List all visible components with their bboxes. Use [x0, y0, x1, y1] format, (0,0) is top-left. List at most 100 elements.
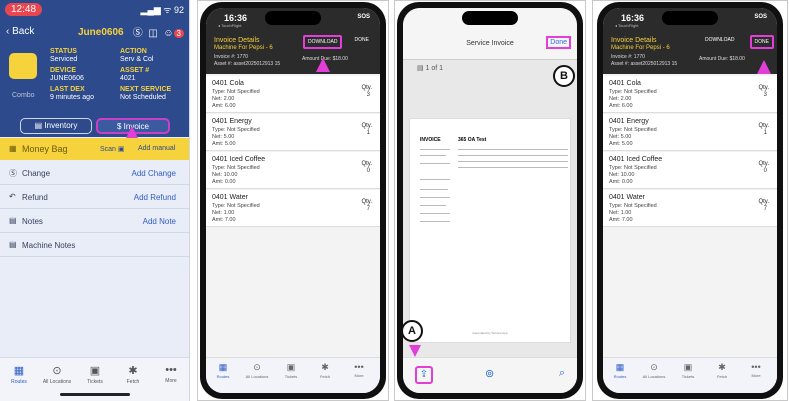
- status-bar: 12:48 ▂▄▆ ᯤ 92: [0, 0, 189, 20]
- tab-bar: ▦ Routes ⊙ All Locations ▣ Tickets ✱ Fetch •…: [206, 357, 380, 393]
- tab-tickets[interactable]: ▣ Tickets: [673, 362, 703, 379]
- done-button[interactable]: DONE: [352, 35, 372, 45]
- money-bag-icon: ▦: [9, 144, 17, 153]
- inventory-button[interactable]: ▤ Inventory: [20, 118, 92, 134]
- tickets-icon: ▣: [89, 365, 101, 377]
- invoice-header: Invoice Details Machine For Pepsi - 6 In…: [603, 30, 777, 74]
- field-last-dex: LAST DEX 9 minutes ago: [50, 86, 94, 101]
- location-pin-icon: ⊙: [253, 362, 261, 372]
- status-bar: 16:36 ◂ TouchFlight SOS: [603, 8, 777, 30]
- routes-icon: ▦: [218, 362, 228, 372]
- location-pin-icon: ⊙: [650, 362, 658, 372]
- tab-more[interactable]: ••• More: [152, 364, 189, 384]
- camera-icon[interactable]: ◫: [148, 28, 157, 39]
- invoice-item: 0401 Iced Coffee Type: Not Specified Net: …: [206, 152, 380, 189]
- invoice-header: Invoice Details Machine For Pepsi - 6 In…: [206, 30, 380, 74]
- tab-routes[interactable]: ▦ Routes: [605, 362, 635, 379]
- status-bar: [403, 8, 577, 30]
- battery-indicator: ▂▄▆ ᯤ 92: [140, 5, 184, 15]
- share-icon: ⇪: [419, 369, 429, 380]
- invoice-item: 0401 Energy Type: Not Specified Net: 5.00 A…: [603, 114, 777, 151]
- download-button[interactable]: DOWNLOAD: [702, 35, 737, 45]
- money-bag-row[interactable]: ▦ Money Bag Scan ▣ Add manual: [0, 138, 189, 160]
- markup-icon[interactable]: ⊚: [485, 367, 494, 380]
- notification-badge: 3: [173, 29, 184, 38]
- done-button[interactable]: DONE: [749, 35, 774, 49]
- tab-more[interactable]: ••• More: [344, 362, 374, 378]
- document-icon: ▤: [9, 240, 17, 249]
- preview-toolbar: ⇪ ⊚ ⌕: [403, 357, 577, 393]
- tab-fetch[interactable]: ✱ Fetch: [707, 362, 737, 379]
- tab-fetch[interactable]: ✱ Fetch: [114, 364, 152, 385]
- users-icon[interactable]: ☺: [163, 28, 173, 39]
- route-name: June0606: [78, 27, 124, 38]
- notes-row: ▤ Notes Add Note: [0, 209, 189, 233]
- done-button[interactable]: Done: [546, 36, 571, 49]
- share-button[interactable]: ⇪: [415, 366, 433, 384]
- dollar-circle-icon: Ⓢ: [9, 169, 17, 178]
- tab-bar: ▦ Routes ⊙ All Locations ▣ Tickets ✱ Fetch •…: [0, 357, 189, 401]
- highlight-arrow: [757, 60, 771, 74]
- search-icon[interactable]: ⌕: [559, 367, 565, 380]
- field-action: ACTION Serv & Col: [120, 48, 154, 63]
- tab-routes[interactable]: ▦ Routes: [0, 364, 38, 385]
- tab-all-locations[interactable]: ⊙ All Locations: [38, 364, 76, 385]
- highlight-arrow: [316, 58, 330, 72]
- tab-more[interactable]: ••• More: [741, 362, 771, 378]
- invoice-document: INVOICE 365 OA Test Generated by Service…: [409, 118, 571, 343]
- add-manual-button[interactable]: Add manual: [138, 145, 175, 152]
- home-indicator: [60, 393, 130, 396]
- scan-button[interactable]: Scan ▣: [100, 145, 125, 153]
- machine-header: ‹ Back June0606 Ⓢ ◫ ☺ 3 Combo STATUS Servi…: [0, 20, 189, 116]
- marker-b: B: [553, 65, 575, 87]
- money-bag-label: Money Bag: [22, 144, 68, 154]
- combo-label: Combo: [12, 92, 35, 99]
- routes-icon: ▦: [13, 365, 25, 377]
- more-icon: •••: [354, 362, 364, 372]
- tab-fetch[interactable]: ✱ Fetch: [310, 362, 340, 379]
- tab-routes[interactable]: ▦ Routes: [208, 362, 238, 379]
- note-icon: ▤: [9, 216, 17, 225]
- highlight-arrow: [409, 345, 421, 357]
- invoice-item: 0401 Cola Type: Not Specified Net: 2.00 Amt…: [603, 76, 777, 113]
- invoice-item: 0401 Cola Type: Not Specified Net: 2.00 Amt…: [206, 76, 380, 113]
- change-row: Ⓢ Change Add Change: [0, 161, 189, 185]
- camera-notch: [462, 11, 518, 25]
- refund-icon: ↶: [9, 192, 16, 201]
- back-button[interactable]: ‹ Back: [6, 26, 34, 37]
- preview-header: Service Invoice Done: [403, 30, 577, 60]
- location-pin-icon: ⊙: [52, 365, 62, 377]
- header-icons: Ⓢ ◫ ☺ 3: [133, 24, 184, 39]
- invoice-item: 0401 Water Type: Not Specified Net: 1.00 Am…: [206, 190, 380, 227]
- add-note-button[interactable]: Add Note: [143, 217, 176, 226]
- field-next-service: NEXT SERVICE Not Scheduled: [120, 86, 172, 101]
- invoice-item: 0401 Iced Coffee Type: Not Specified Net: …: [603, 152, 777, 189]
- tab-all-locations[interactable]: ⊙ All Locations: [242, 362, 272, 379]
- invoice-preview-phone: Service Invoice Done ▤ 1 of 1 INVOICE 36…: [397, 2, 583, 399]
- invoice-item: 0401 Water Type: Not Specified Net: 1.00 Am…: [603, 190, 777, 227]
- more-icon: •••: [165, 364, 177, 376]
- machine-details-screen: 12:48 ▂▄▆ ᯤ 92 ‹ Back June0606 Ⓢ ◫ ☺ 3 Co…: [0, 0, 190, 401]
- invoice-details-phone: 16:36 ◂ TouchFlight SOS Invoice Details …: [200, 2, 386, 399]
- field-asset: ASSET #4021: [120, 67, 150, 82]
- tab-tickets[interactable]: ▣ Tickets: [276, 362, 306, 379]
- machine-notes-row[interactable]: ▤ Machine Notes: [0, 233, 189, 257]
- field-status: STATUS Serviced: [50, 48, 78, 63]
- bluetooth-icon: ✱: [321, 362, 329, 372]
- status-bar: 16:36 ◂ TouchFlight SOS: [206, 8, 380, 30]
- action-buttons: ▤ Inventory $ Invoice: [0, 115, 189, 137]
- add-change-button[interactable]: Add Change: [132, 169, 176, 178]
- routes-icon: ▦: [615, 362, 625, 372]
- add-refund-button[interactable]: Add Refund: [134, 193, 176, 202]
- camera-notch: [662, 11, 718, 25]
- tab-tickets[interactable]: ▣ Tickets: [76, 364, 114, 385]
- tab-all-locations[interactable]: ⊙ All Locations: [639, 362, 669, 379]
- combo-machine-icon: [9, 53, 37, 79]
- refund-row: ↶ Refund Add Refund: [0, 185, 189, 209]
- field-device: DEVICE JUNE0606: [50, 67, 84, 82]
- tickets-icon: ▣: [286, 362, 296, 372]
- invoice-details-phone-done: 16:36 ◂ TouchFlight SOS Invoice Details …: [597, 2, 783, 399]
- download-button[interactable]: DOWNLOAD: [303, 35, 343, 49]
- dollar-icon[interactable]: Ⓢ: [133, 28, 143, 39]
- invoice-item: 0401 Energy Type: Not Specified Net: 5.00 A…: [206, 114, 380, 151]
